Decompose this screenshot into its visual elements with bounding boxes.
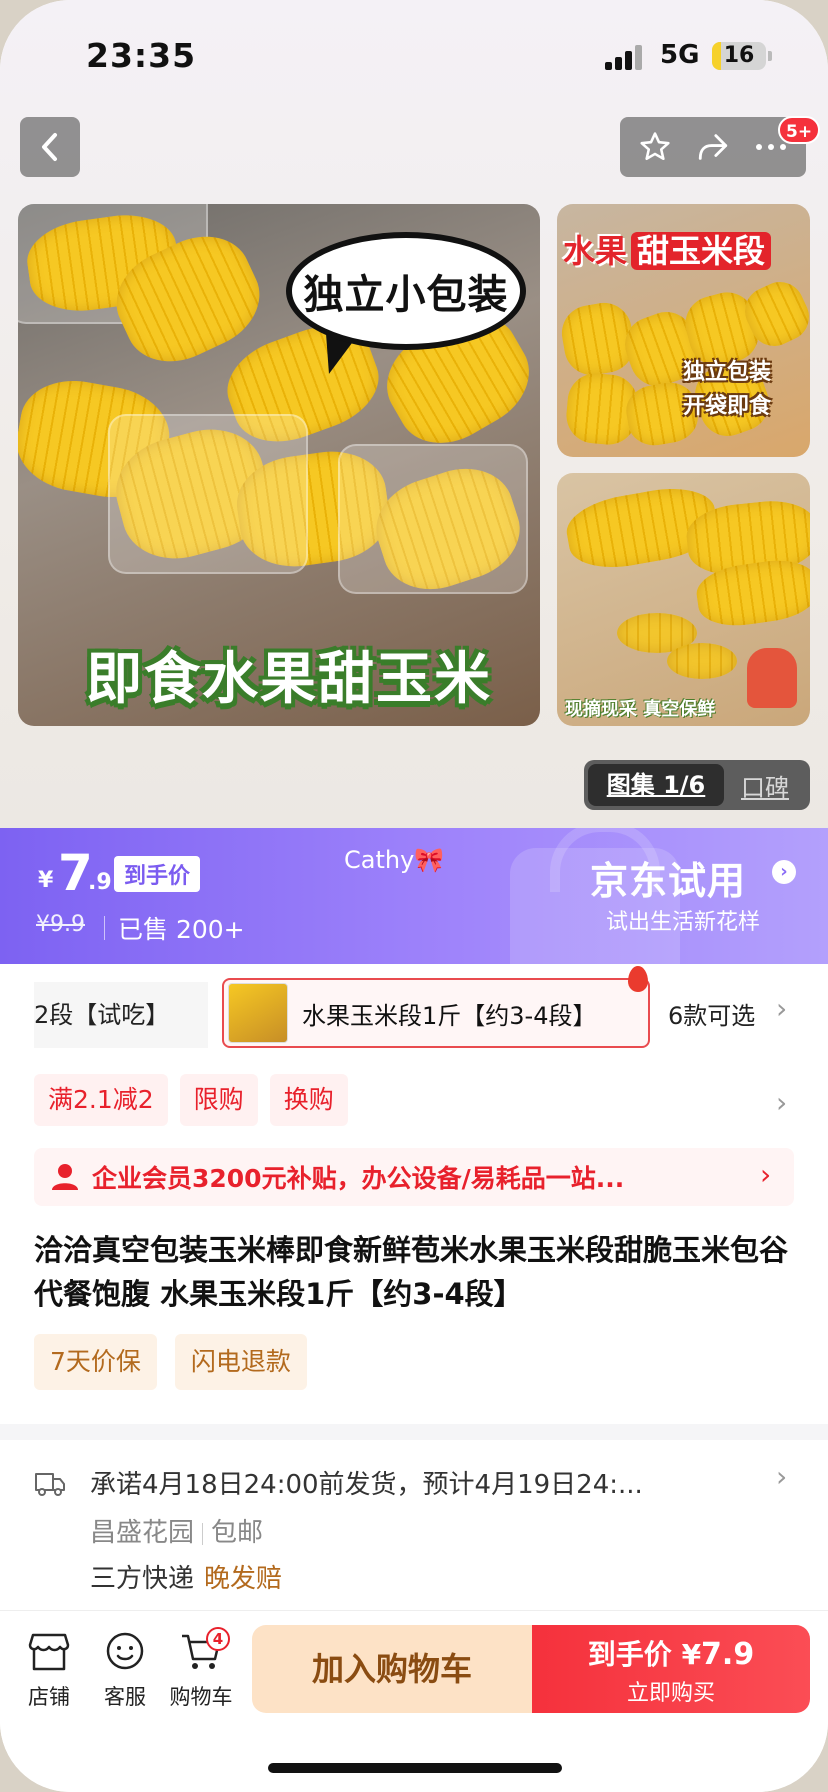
main-product-image[interactable]: 独立小包装 即食水果甜玉米 [18,204,540,726]
sold-count: 已售 200+ [118,915,245,944]
favorite-button[interactable] [631,123,679,171]
price-banner: ¥ 7 .9 到手价 ¥9.9 已售 200+ Cathy🎀 京东试用 › 试出… [0,828,828,964]
buy-now-label: 立即购买 [626,1681,715,1706]
star-icon [640,132,670,161]
message-badge: 5+ [778,116,821,144]
status-time: 23:35 [86,36,197,75]
signal-icon [605,44,645,70]
side-image-1[interactable]: 水果 甜玉米段 独立包装 开袋即食 [557,204,810,457]
price-decimal: .9 [88,870,112,895]
chevron-right-icon[interactable]: › [776,1460,787,1493]
gallery-tab-images[interactable]: 图集 1/6 [588,764,724,806]
buy-now-button[interactable]: 到手价 ¥7.9 立即购买 [532,1625,810,1713]
home-indicator [268,1763,562,1773]
courier-name: 三方快递 [90,1564,195,1594]
status-bar: 23:35 5G 16 [0,30,828,82]
buy-price-label: 到手价 [587,1638,672,1671]
original-price: ¥9.9 [36,912,85,937]
price-currency: ¥ [38,868,54,893]
chevron-right-icon[interactable]: › [776,1086,787,1119]
service-button[interactable]: 客服 [90,1631,160,1711]
chevron-right-icon[interactable]: › [776,992,787,1025]
buy-price-currency: ¥ [681,1638,702,1671]
back-button[interactable] [20,117,80,177]
variant-option[interactable]: 2段【试吃】 [34,982,208,1048]
ship-location: 昌盛花园 [90,1518,195,1548]
product-title: 洽洽真空包装玉米棒即食新鲜苞米水果玉米段甜脆玉米包谷代餐饱腹 水果玉米段1斤【约… [34,1233,789,1311]
section-divider [0,1424,828,1440]
free-shipping: 包邮 [211,1518,264,1548]
chevron-left-icon [42,133,57,161]
bottom-action-bar: 店铺 客服 4 购物车 加入购物车 到手价 ¥7.9 立即购买 [0,1610,828,1792]
variant-selector: 2段【试吃】 水果玉米段1斤【约3-4段】 6款可选 › [0,966,828,1050]
jd-trial-title[interactable]: 京东试用 [590,850,746,905]
chevron-right-icon: › [760,1158,772,1191]
battery-level: 16 [723,43,755,68]
more-icon [756,144,786,150]
promotion-tags: 满2.1减2 限购 换购 [34,1074,348,1126]
variant-more[interactable]: 6款可选 [668,996,755,1031]
guarantee-tag[interactable]: 闪电退款 [174,1334,307,1390]
variant-selected-label: 水果玉米段1斤【约3-4段】 [302,1001,597,1030]
promo-tag[interactable]: 换购 [269,1074,348,1126]
delivery-truck-icon [34,1470,66,1502]
promo-tag[interactable]: 限购 [179,1074,258,1126]
side-image-2[interactable]: 现摘现采 真空保鲜 [557,473,810,726]
gallery-switch: 图集 1/6 口碑 [584,760,810,810]
side-image-tag: 开袋即食 [683,394,772,419]
variant-thumbnail [228,983,288,1043]
share-icon [698,134,728,160]
guarantee-tags: 7天价保 闪电退款 [34,1334,307,1390]
variant-option-selected[interactable]: 水果玉米段1斤【约3-4段】 [222,978,650,1048]
shipping-location: 昌盛花园 包邮 [90,1512,263,1549]
battery-icon: 16 [712,42,766,70]
promo-tag[interactable]: 满2.1减2 [34,1074,168,1126]
fire-icon [628,966,648,992]
store-label: 店铺 [28,1685,70,1709]
buy-price-value: 7.9 [701,1637,755,1672]
store-icon [28,1633,70,1671]
jd-trial-subtitle: 试出生活新花样 [606,910,761,935]
gallery-area: 23:35 5G 16 5+ 独立小包装 即食水果甜玉米 水果 甜玉米段 独立包… [0,0,828,828]
person-icon [52,1164,78,1190]
main-image-caption: 即食水果甜玉米 [86,647,492,712]
customer-service-icon [106,1632,144,1670]
main-image-bubble: 独立小包装 [286,232,526,350]
chevron-right-icon[interactable]: › [772,860,796,884]
final-price-tag: 到手价 [114,856,201,892]
store-button[interactable]: 店铺 [14,1631,84,1711]
product-page: 23:35 5G 16 5+ 独立小包装 即食水果甜玉米 水果 甜玉米段 独立包… [0,0,828,1792]
side-image-tag: 独立包装 [683,360,772,385]
cart-button[interactable]: 4 购物车 [166,1627,236,1711]
farmer-mascot [747,648,797,708]
side-image-title: 水果 甜玉米段 [563,226,772,272]
enterprise-text: 企业会员3200元补贴，办公设备/易耗品一站... [92,1164,625,1193]
side-image-caption: 现摘现采 真空保鲜 [565,699,716,720]
gallery-tab-reviews[interactable]: 口碑 [724,768,806,803]
enterprise-banner[interactable]: 企业会员3200元补贴，办公设备/易耗品一站... › [34,1148,794,1206]
late-compensation: 晚发赔 [204,1564,283,1594]
add-to-cart-button[interactable]: 加入购物车 [252,1625,532,1713]
shipping-promise[interactable]: 承诺4月18日24:00前发货，预计4月19日24:... [90,1464,730,1501]
cart-count-badge: 4 [206,1627,230,1651]
cart-label: 购物车 [169,1685,233,1709]
shipping-courier: 三方快递 晚发赔 [90,1558,282,1595]
network-type: 5G [660,40,700,70]
user-name: Cathy🎀 [344,846,445,874]
guarantee-tag[interactable]: 7天价保 [34,1334,157,1390]
service-label: 客服 [104,1685,146,1709]
share-button[interactable] [689,123,737,171]
